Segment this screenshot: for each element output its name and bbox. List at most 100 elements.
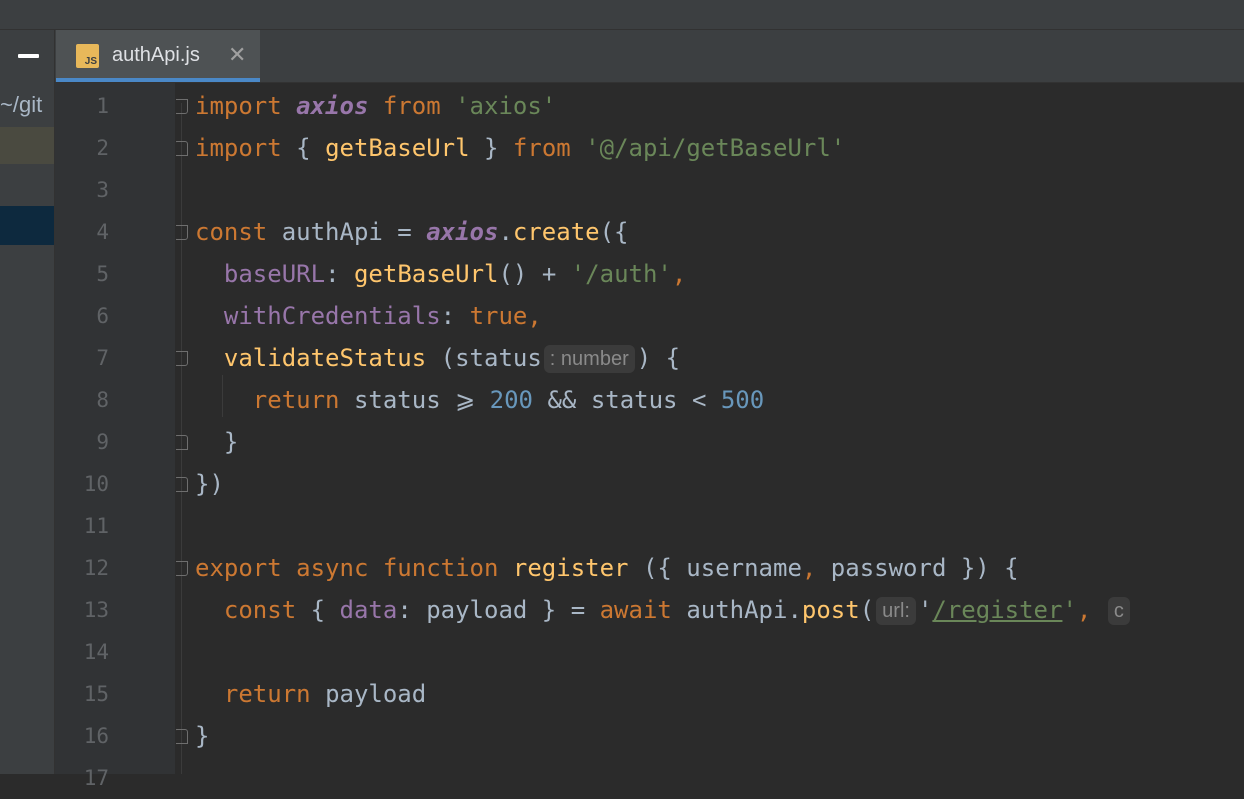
- line-number: 11: [83, 514, 109, 538]
- title-bar: [0, 0, 1244, 30]
- line-number: 15: [83, 682, 109, 706]
- fold-collapse-icon[interactable]: [176, 477, 188, 492]
- code-token: function: [382, 554, 513, 582]
- code-line[interactable]: withCredentials: true,: [195, 295, 542, 337]
- code-token: from: [512, 134, 586, 162]
- code-token: export: [195, 554, 297, 582]
- code-token: status ⩾: [353, 386, 490, 414]
- code-line[interactable]: import { getBaseUrl } from '@/api/getBas…: [195, 127, 845, 169]
- code-token: 200: [489, 386, 534, 414]
- js-icon-label: JS: [84, 56, 97, 67]
- code-token: {: [310, 596, 340, 624]
- code-line[interactable]: const { data: payload } = await authApi.…: [195, 589, 1132, 631]
- fold-expand-icon[interactable]: [176, 225, 188, 240]
- code-line[interactable]: import axios from 'axios': [195, 85, 556, 127]
- fold-expand-icon[interactable]: [176, 351, 188, 366]
- code-token: create: [512, 218, 600, 246]
- code-token: baseURL: [223, 260, 326, 288]
- fold-collapse-icon[interactable]: [176, 141, 188, 156]
- line-number: 3: [96, 178, 109, 202]
- fold-collapse-icon[interactable]: [176, 729, 188, 744]
- line-number: 14: [83, 640, 109, 664]
- code-token: ,: [671, 260, 687, 288]
- tab-title: authApi.js: [112, 44, 200, 66]
- code-line[interactable]: }: [195, 421, 238, 463]
- code-token: authApi =: [281, 218, 427, 246]
- active-tab-indicator: [56, 78, 260, 82]
- close-tab-icon[interactable]: ✕: [228, 42, 246, 68]
- code-token: import: [195, 92, 297, 120]
- code-token: ({ username: [628, 554, 802, 582]
- line-number: 16: [83, 724, 109, 748]
- code-token: ) {: [636, 344, 681, 372]
- code-token: && status <: [533, 386, 721, 414]
- fold-collapse-icon[interactable]: [176, 435, 188, 450]
- parameter-hint: url:: [876, 597, 916, 625]
- code-token: const: [223, 596, 311, 624]
- code-token: validateStatus: [223, 344, 427, 372]
- code-token: }: [195, 428, 239, 456]
- editor-tab-bar: JS authApi.js ✕: [55, 30, 1244, 83]
- code-token: getBaseUrl: [325, 134, 470, 162]
- project-tree-row-highlighted[interactable]: [0, 127, 54, 164]
- line-number: 4: [96, 220, 109, 244]
- code-line[interactable]: return status ⩾ 200 && status < 500: [195, 379, 764, 421]
- code-line[interactable]: validateStatus (status: number) {: [195, 337, 680, 379]
- code-line[interactable]: const authApi = axios.create({: [195, 211, 629, 253]
- code-line[interactable]: }): [195, 463, 224, 505]
- code-line[interactable]: }: [195, 715, 209, 757]
- line-number: 6: [96, 304, 109, 328]
- line-number: 12: [83, 556, 109, 580]
- tab-authapi-js[interactable]: JS authApi.js ✕: [56, 30, 260, 82]
- code-token: axios: [296, 92, 369, 120]
- line-number: 17: [83, 766, 109, 790]
- code-token: :: [440, 302, 470, 330]
- line-number: 9: [96, 430, 109, 454]
- code-token: ({: [599, 218, 629, 246]
- code-token: }: [469, 134, 513, 162]
- code-token: : payload } =: [397, 596, 600, 624]
- javascript-file-icon: JS: [76, 44, 99, 68]
- code-line[interactable]: export async function register ({ userna…: [195, 547, 1019, 589]
- code-token: async: [296, 554, 383, 582]
- line-number: 2: [96, 136, 109, 160]
- line-number-gutter: 1 2 3 4 5 6 7 8 9 10 11 12 13 14 15 16 17: [55, 83, 175, 790]
- project-panel: ~/git: [0, 30, 55, 774]
- code-token: post: [801, 596, 860, 624]
- line-number: 10: [83, 472, 109, 496]
- code-line[interactable]: baseURL: getBaseUrl() + '/auth',: [195, 253, 686, 295]
- fold-expand-icon[interactable]: [176, 99, 188, 114]
- code-token: ,: [1076, 596, 1106, 624]
- code-token: password }) {: [816, 554, 1019, 582]
- code-token: authApi.: [686, 596, 802, 624]
- code-token: return: [223, 680, 326, 708]
- code-token: withCredentials: [223, 302, 441, 330]
- code-token: ': [1062, 596, 1077, 624]
- fold-expand-icon[interactable]: [176, 561, 188, 576]
- code-token: '/auth': [570, 260, 672, 288]
- code-token: const: [195, 218, 282, 246]
- parameter-hint: c: [1107, 597, 1130, 625]
- code-editor[interactable]: import axios from 'axios' import { getBas…: [176, 83, 1244, 774]
- project-tree-row-selected[interactable]: [0, 206, 54, 245]
- line-number: 1: [96, 94, 109, 118]
- line-number: 13: [83, 598, 109, 622]
- code-token: data: [339, 596, 398, 624]
- project-path[interactable]: ~/git: [0, 92, 42, 118]
- code-token: getBaseUrl: [353, 260, 499, 288]
- code-token: (: [859, 596, 875, 624]
- collapse-panel-icon[interactable]: [18, 54, 39, 58]
- code-token: payload: [325, 680, 427, 708]
- code-token: true,: [469, 302, 542, 330]
- code-line[interactable]: return payload: [195, 673, 426, 715]
- code-token: register: [512, 554, 629, 582]
- code-token: :: [325, 260, 354, 288]
- code-token: ,: [801, 554, 817, 582]
- code-token: {: [296, 134, 326, 162]
- code-token: () +: [498, 260, 571, 288]
- code-token: axios: [426, 218, 499, 246]
